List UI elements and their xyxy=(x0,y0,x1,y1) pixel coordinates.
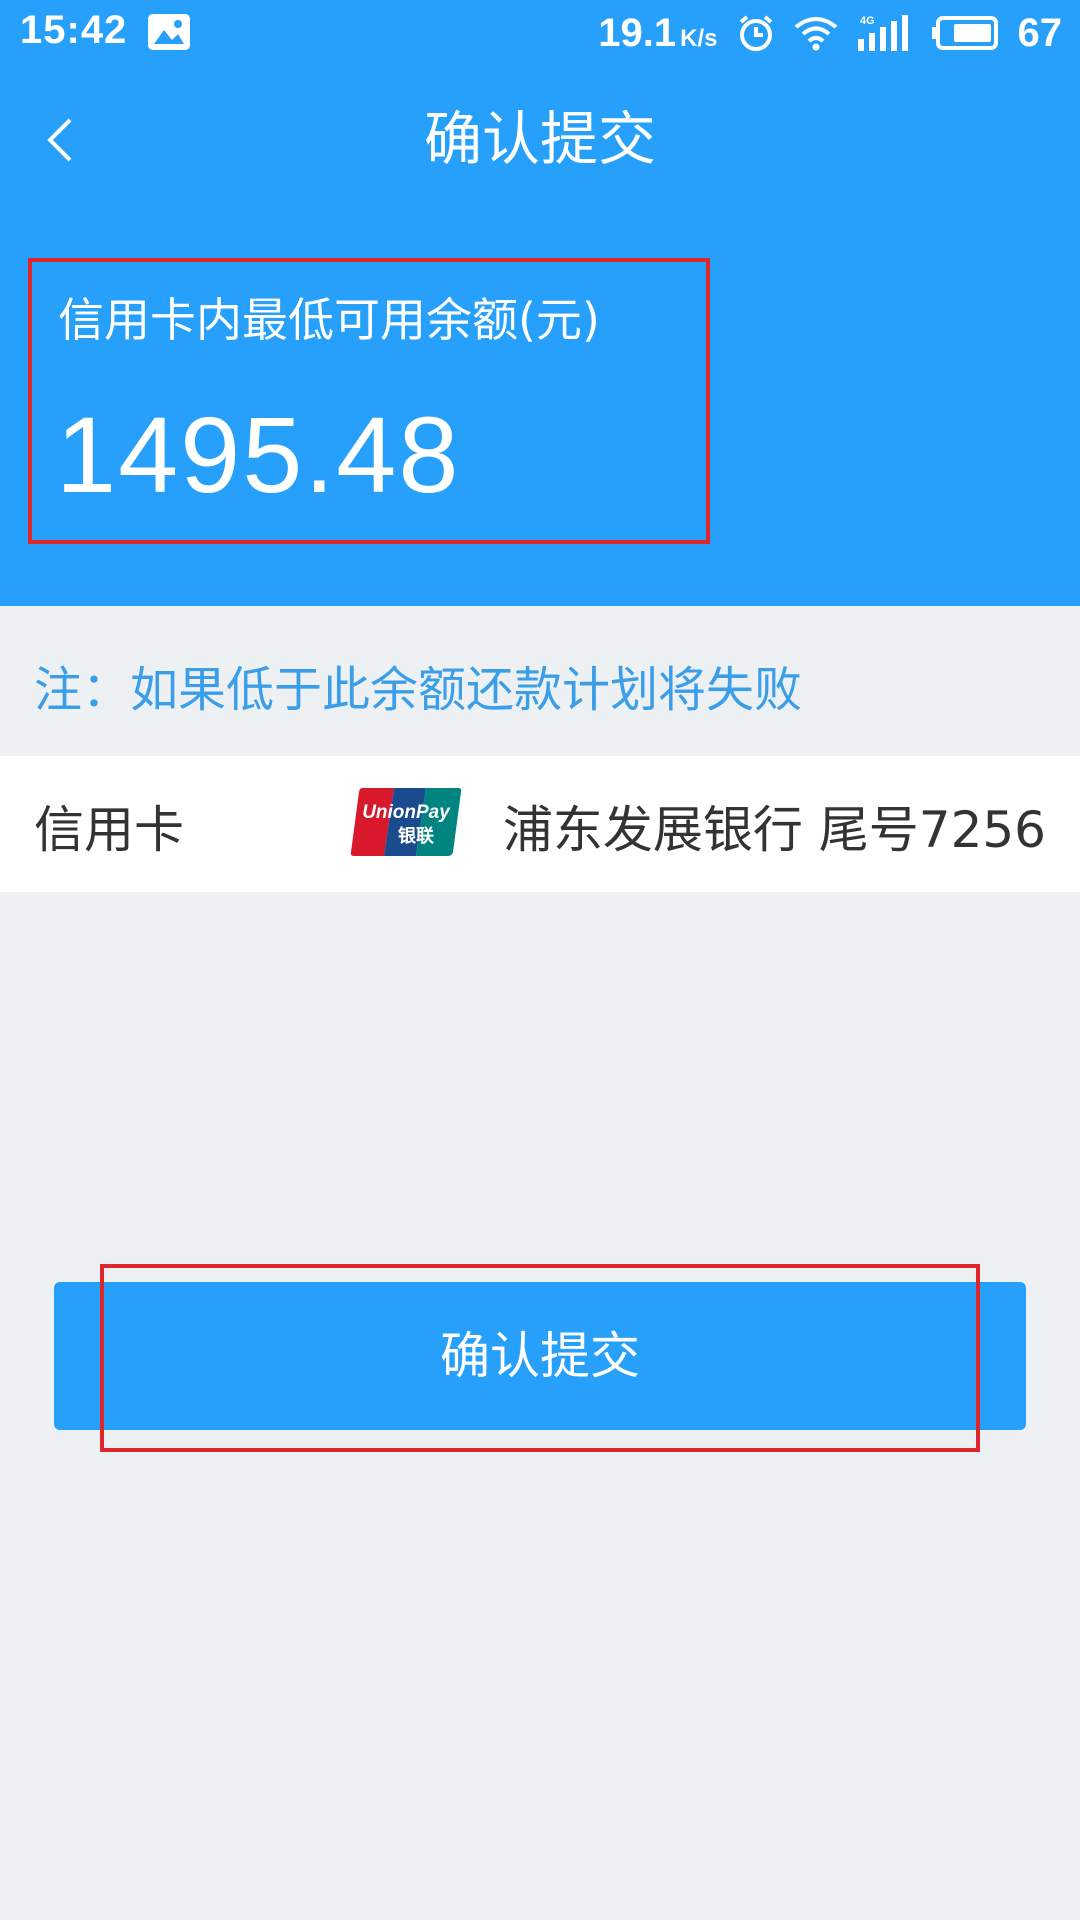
unionpay-logo-icon: UnionPay 银联 xyxy=(350,786,462,858)
status-right: 19.1 K/s 4G 67 xyxy=(598,8,1062,58)
balance-label: 信用卡内最低可用余额(元) xyxy=(58,293,600,347)
alarm-icon xyxy=(736,13,776,53)
svg-text:UnionPay: UnionPay xyxy=(362,802,451,823)
page-title: 确认提交 xyxy=(423,105,656,173)
status-bar: 15:42 19.1 K/s 4G 67 xyxy=(0,0,1080,66)
wifi-icon xyxy=(794,15,838,51)
network-speed: 19.1 K/s xyxy=(598,10,718,55)
card-label: 信用卡 xyxy=(34,801,184,859)
status-time: 15:42 xyxy=(20,8,128,52)
image-notification-icon xyxy=(148,14,190,50)
svg-text:4G: 4G xyxy=(860,15,875,27)
credit-card-row[interactable]: 信用卡 UnionPay 银联 浦东发展银行 尾号7256 xyxy=(0,756,1080,892)
warning-note: 注：如果低于此余额还款计划将失败 xyxy=(34,662,803,718)
battery-level: 67 xyxy=(1017,10,1063,55)
battery-icon xyxy=(931,16,1000,50)
cellular-signal-icon: 4G xyxy=(856,13,914,53)
balance-value: 1495.48 xyxy=(56,394,461,515)
minimum-balance-panel: 信用卡内最低可用余额(元) 1495.48 xyxy=(28,258,710,544)
card-bank-name: 浦东发展银行 尾号7256 xyxy=(502,801,1046,859)
confirm-submit-button[interactable]: 确认提交 xyxy=(54,1282,1026,1430)
svg-text:银联: 银联 xyxy=(398,825,434,847)
